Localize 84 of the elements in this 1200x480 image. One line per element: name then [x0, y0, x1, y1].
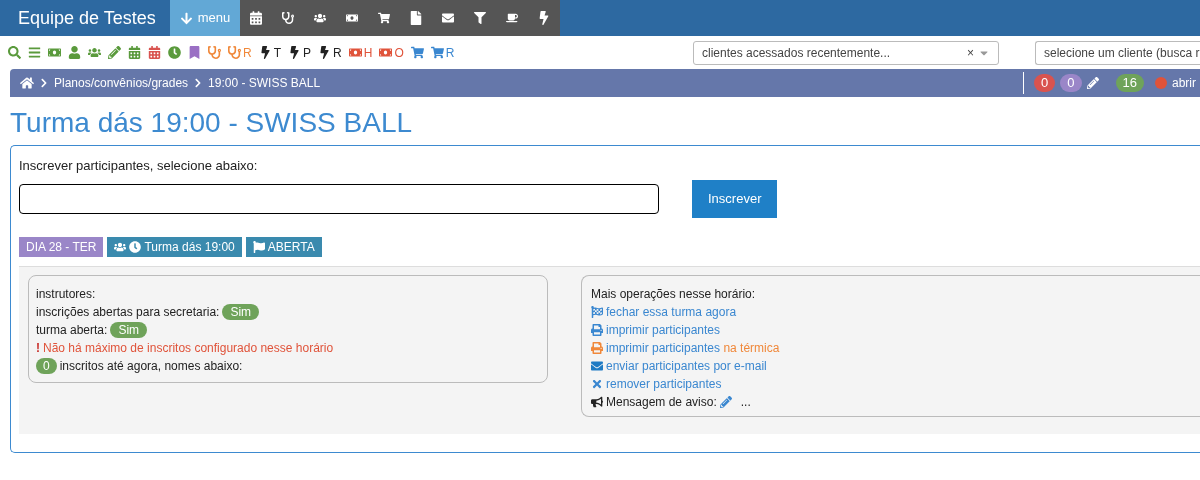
info-text: inscritos até agora, nomes abaixo: — [59, 357, 243, 375]
info-text: instrutores: — [36, 285, 97, 303]
tag-label: Turma dás 19:00 — [107, 236, 242, 257]
app-title: Equipe de Testes — [17, 6, 157, 30]
counter-badge[interactable]: 16 — [1115, 74, 1144, 92]
breadcrumb-link[interactable]: 19:00 - SWISS BALL — [208, 74, 321, 92]
envelope-icon[interactable] — [442, 11, 455, 25]
operation-link[interactable]: remover participantes — [606, 374, 722, 393]
tag-label: ABERTA — [245, 236, 322, 257]
shortcut-letter[interactable]: R — [243, 43, 252, 62]
participant-input[interactable] — [19, 183, 659, 214]
cup-icon[interactable] — [506, 11, 519, 25]
calendar-icon[interactable] — [250, 11, 263, 25]
user-icon[interactable] — [68, 46, 81, 59]
stethoscope-icon[interactable] — [282, 11, 295, 25]
count-badge: 0 — [36, 357, 57, 374]
operation-link[interactable]: imprimir participantes — [606, 320, 721, 339]
clear-button[interactable]: × — [967, 43, 974, 62]
pencil-icon[interactable] — [1086, 77, 1099, 89]
recent-clients-select[interactable]: clientes acessados recentemente... × — [693, 40, 999, 65]
close-icon[interactable] — [591, 377, 603, 390]
banknote-icon[interactable] — [48, 46, 61, 59]
cart-icon[interactable] — [378, 11, 391, 25]
shortcut-letter[interactable]: R — [445, 43, 455, 62]
megaphone-icon — [591, 395, 603, 408]
clock-icon[interactable] — [168, 46, 181, 59]
menu-button[interactable]: menu — [169, 0, 241, 36]
message-value: ... — [740, 393, 751, 411]
message-label: Mensagem de aviso: — [606, 393, 717, 411]
menu-icon[interactable] — [28, 46, 41, 59]
flag-icon — [252, 240, 265, 253]
shortcut-letter[interactable]: R — [333, 43, 342, 62]
open-link[interactable]: abrir — [1172, 74, 1200, 92]
enroll-label: Inscrever participantes, selecione abaixo: — [19, 157, 259, 175]
document-icon[interactable] — [410, 11, 423, 25]
home-icon[interactable] — [20, 76, 34, 90]
shortcut-letter[interactable]: H — [363, 43, 373, 62]
calendar-icon[interactable] — [148, 46, 161, 59]
info-text: turma aberta: — [36, 321, 108, 339]
operation-link[interactable]: enviar participantes por e-mail — [606, 356, 767, 375]
cart-icon[interactable] — [410, 46, 424, 59]
banknote-icon[interactable] — [346, 11, 359, 25]
banknote-icon[interactable] — [379, 46, 393, 59]
banknote-icon[interactable] — [348, 46, 362, 59]
users-icon[interactable] — [314, 11, 327, 25]
calendar-icon[interactable] — [128, 46, 141, 59]
enroll-button[interactable]: Inscrever — [692, 179, 778, 218]
flag-icon[interactable] — [591, 305, 603, 318]
bolt-icon[interactable] — [288, 46, 301, 59]
operation-link[interactable]: fechar essa turma agora — [606, 302, 737, 321]
shortcut-letter[interactable]: T — [273, 43, 281, 62]
filter-icon[interactable] — [474, 11, 487, 25]
arrow-down-icon — [179, 11, 193, 25]
clock-icon — [129, 240, 142, 253]
counter-badge[interactable]: 0 — [1034, 74, 1056, 92]
counter-badge[interactable]: 0 — [1060, 74, 1082, 92]
info-text: inscrições abertas para secretaria: — [36, 303, 220, 321]
select-placeholder: selecione um cliente (busca r — [1044, 44, 1200, 62]
shortcut-letter[interactable]: O — [394, 43, 404, 62]
bookmark-icon[interactable] — [188, 46, 201, 59]
cart-icon[interactable] — [430, 46, 444, 59]
page-title: Turma dás 19:00 - SWISS BALL — [10, 106, 414, 140]
operations-title: Mais operações nesse horário: — [591, 285, 757, 303]
envelope-icon[interactable] — [591, 359, 603, 372]
yes-badge: Sim — [110, 321, 148, 338]
breadcrumb-link[interactable]: Planos/convênios/grades — [54, 74, 189, 92]
tag-label: DIA 28 - TER — [19, 236, 104, 257]
warning-text: Não há máximo de inscritos configurado nesse horário — [43, 339, 334, 357]
users-icon — [114, 240, 127, 253]
printer-icon[interactable] — [591, 341, 603, 354]
pencil-icon[interactable] — [108, 46, 121, 59]
select-placeholder: clientes acessados recentemente... — [702, 44, 891, 62]
bolt-icon[interactable] — [258, 46, 272, 59]
printer-icon[interactable] — [591, 323, 603, 336]
shortcut-letter[interactable]: P — [303, 43, 312, 62]
warning-mark: ! — [36, 339, 40, 357]
search-icon[interactable] — [8, 46, 21, 59]
operation-link[interactable]: imprimir participantes na térmica — [606, 338, 780, 357]
pencil-icon[interactable] — [719, 395, 732, 408]
client-search-select[interactable]: selecione um cliente (busca r — [1035, 40, 1200, 65]
chevron-right-icon — [39, 78, 49, 88]
bolt-icon[interactable] — [538, 11, 551, 25]
yes-badge: Sim — [222, 303, 260, 320]
users-icon[interactable] — [88, 46, 101, 59]
